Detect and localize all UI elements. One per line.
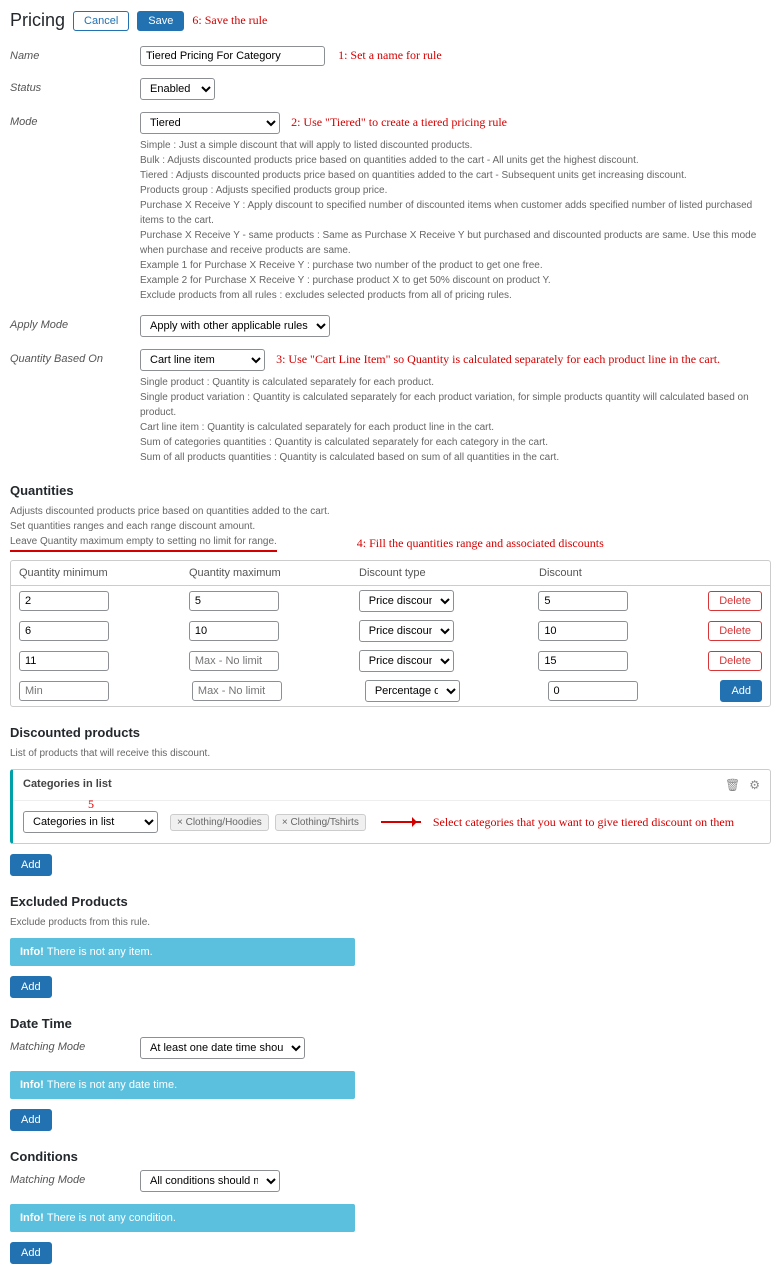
disc-input[interactable] bbox=[538, 651, 628, 671]
add-condition-button[interactable]: Add bbox=[10, 1242, 52, 1264]
quantities-table: Quantity minimum Quantity maximum Discou… bbox=[10, 560, 771, 707]
dt-matching-label: Matching Mode bbox=[10, 1037, 140, 1053]
disc-input[interactable] bbox=[538, 621, 628, 641]
delete-button[interactable]: Delete bbox=[708, 591, 762, 611]
applymode-select[interactable]: Apply with other applicable rules bbox=[140, 315, 330, 337]
name-label: Name bbox=[10, 46, 140, 62]
disc-input[interactable] bbox=[548, 681, 638, 701]
qmin-input[interactable] bbox=[19, 651, 109, 671]
dtype-select[interactable]: Percentage discount bbox=[365, 680, 460, 702]
qtybased-select[interactable]: Cart line item bbox=[140, 349, 265, 371]
categories-condition: Categories in list 🗑 ⚙ 5 Categories in l… bbox=[10, 769, 771, 844]
category-mode-select[interactable]: Categories in list bbox=[23, 811, 158, 833]
condition-title: Categories in list bbox=[23, 778, 112, 792]
col-disc: Discount bbox=[539, 567, 709, 579]
table-row: Price discount Delete bbox=[11, 646, 770, 676]
table-row: Price discount Delete bbox=[11, 616, 770, 646]
annotation-5: 5 bbox=[88, 797, 94, 812]
mode-help: Simple : Just a simple discount that wil… bbox=[140, 138, 771, 303]
qmin-input[interactable] bbox=[19, 621, 109, 641]
cond-matching-select[interactable]: All conditions should match bbox=[140, 1170, 280, 1192]
table-row: Price discount Delete bbox=[11, 586, 770, 616]
qmax-input[interactable] bbox=[189, 621, 279, 641]
trash-icon[interactable]: 🗑 bbox=[725, 778, 740, 792]
name-input[interactable] bbox=[140, 46, 325, 66]
excluded-desc: Exclude products from this rule. bbox=[10, 915, 771, 930]
annotation-1: 1: Set a name for rule bbox=[338, 48, 442, 62]
col-qmax: Quantity maximum bbox=[189, 567, 359, 579]
applymode-label: Apply Mode bbox=[10, 315, 140, 331]
col-dtype: Discount type bbox=[359, 567, 539, 579]
add-excluded-button[interactable]: Add bbox=[10, 976, 52, 998]
cancel-button[interactable]: Cancel bbox=[73, 11, 129, 31]
quantities-desc: Adjusts discounted products price based … bbox=[10, 504, 771, 552]
delete-button[interactable]: Delete bbox=[708, 621, 762, 641]
add-discounted-button[interactable]: Add bbox=[10, 854, 52, 876]
qtybased-label: Quantity Based On bbox=[10, 349, 140, 365]
add-datetime-button[interactable]: Add bbox=[10, 1109, 52, 1131]
status-label: Status bbox=[10, 78, 140, 94]
discounted-desc: List of products that will receive this … bbox=[10, 746, 771, 761]
add-row-button[interactable]: Add bbox=[720, 680, 762, 702]
gear-icon[interactable]: ⚙ bbox=[749, 778, 760, 792]
page-title: Pricing bbox=[10, 10, 65, 31]
dt-matching-select[interactable]: At least one date time should match bbox=[140, 1037, 305, 1059]
mode-select[interactable]: Tiered bbox=[140, 112, 280, 134]
status-select[interactable]: Enabled bbox=[140, 78, 215, 100]
cond-matching-label: Matching Mode bbox=[10, 1170, 140, 1186]
table-row: Percentage discount Add bbox=[11, 676, 770, 706]
qmin-input[interactable] bbox=[19, 591, 109, 611]
dtype-select[interactable]: Price discount bbox=[359, 650, 454, 672]
annotation-4: 4: Fill the quantities range and associa… bbox=[357, 534, 604, 552]
col-qmin: Quantity minimum bbox=[19, 567, 189, 579]
quantities-section: Quantities bbox=[10, 483, 771, 498]
category-tag[interactable]: × Clothing/Hoodies bbox=[170, 814, 269, 831]
annotation-5b: Select categories that you want to give … bbox=[433, 815, 734, 830]
annotation-3: 3: Use "Cart Line Item" so Quantity is c… bbox=[276, 352, 720, 366]
qmin-input[interactable] bbox=[19, 681, 109, 701]
dtype-select[interactable]: Price discount bbox=[359, 620, 454, 642]
qmax-input[interactable] bbox=[189, 651, 279, 671]
annotation-2: 2: Use "Tiered" to create a tiered prici… bbox=[291, 115, 507, 129]
save-button[interactable]: Save bbox=[137, 11, 184, 31]
qty-help: Single product : Quantity is calculated … bbox=[140, 375, 771, 465]
arrow-icon bbox=[381, 821, 421, 823]
annotation-6: 6: Save the rule bbox=[192, 13, 267, 28]
info-no-item: Info! There is not any item. bbox=[10, 938, 355, 966]
conditions-section: Conditions bbox=[10, 1149, 771, 1164]
discounted-section: Discounted products bbox=[10, 725, 771, 740]
disc-input[interactable] bbox=[538, 591, 628, 611]
qmax-input[interactable] bbox=[189, 591, 279, 611]
mode-label: Mode bbox=[10, 112, 140, 128]
category-tag[interactable]: × Clothing/Tshirts bbox=[275, 814, 366, 831]
qmax-input[interactable] bbox=[192, 681, 282, 701]
info-no-cond: Info! There is not any condition. bbox=[10, 1204, 355, 1232]
info-no-date: Info! There is not any date time. bbox=[10, 1071, 355, 1099]
dtype-select[interactable]: Price discount bbox=[359, 590, 454, 612]
excluded-section: Excluded Products bbox=[10, 894, 771, 909]
delete-button[interactable]: Delete bbox=[708, 651, 762, 671]
